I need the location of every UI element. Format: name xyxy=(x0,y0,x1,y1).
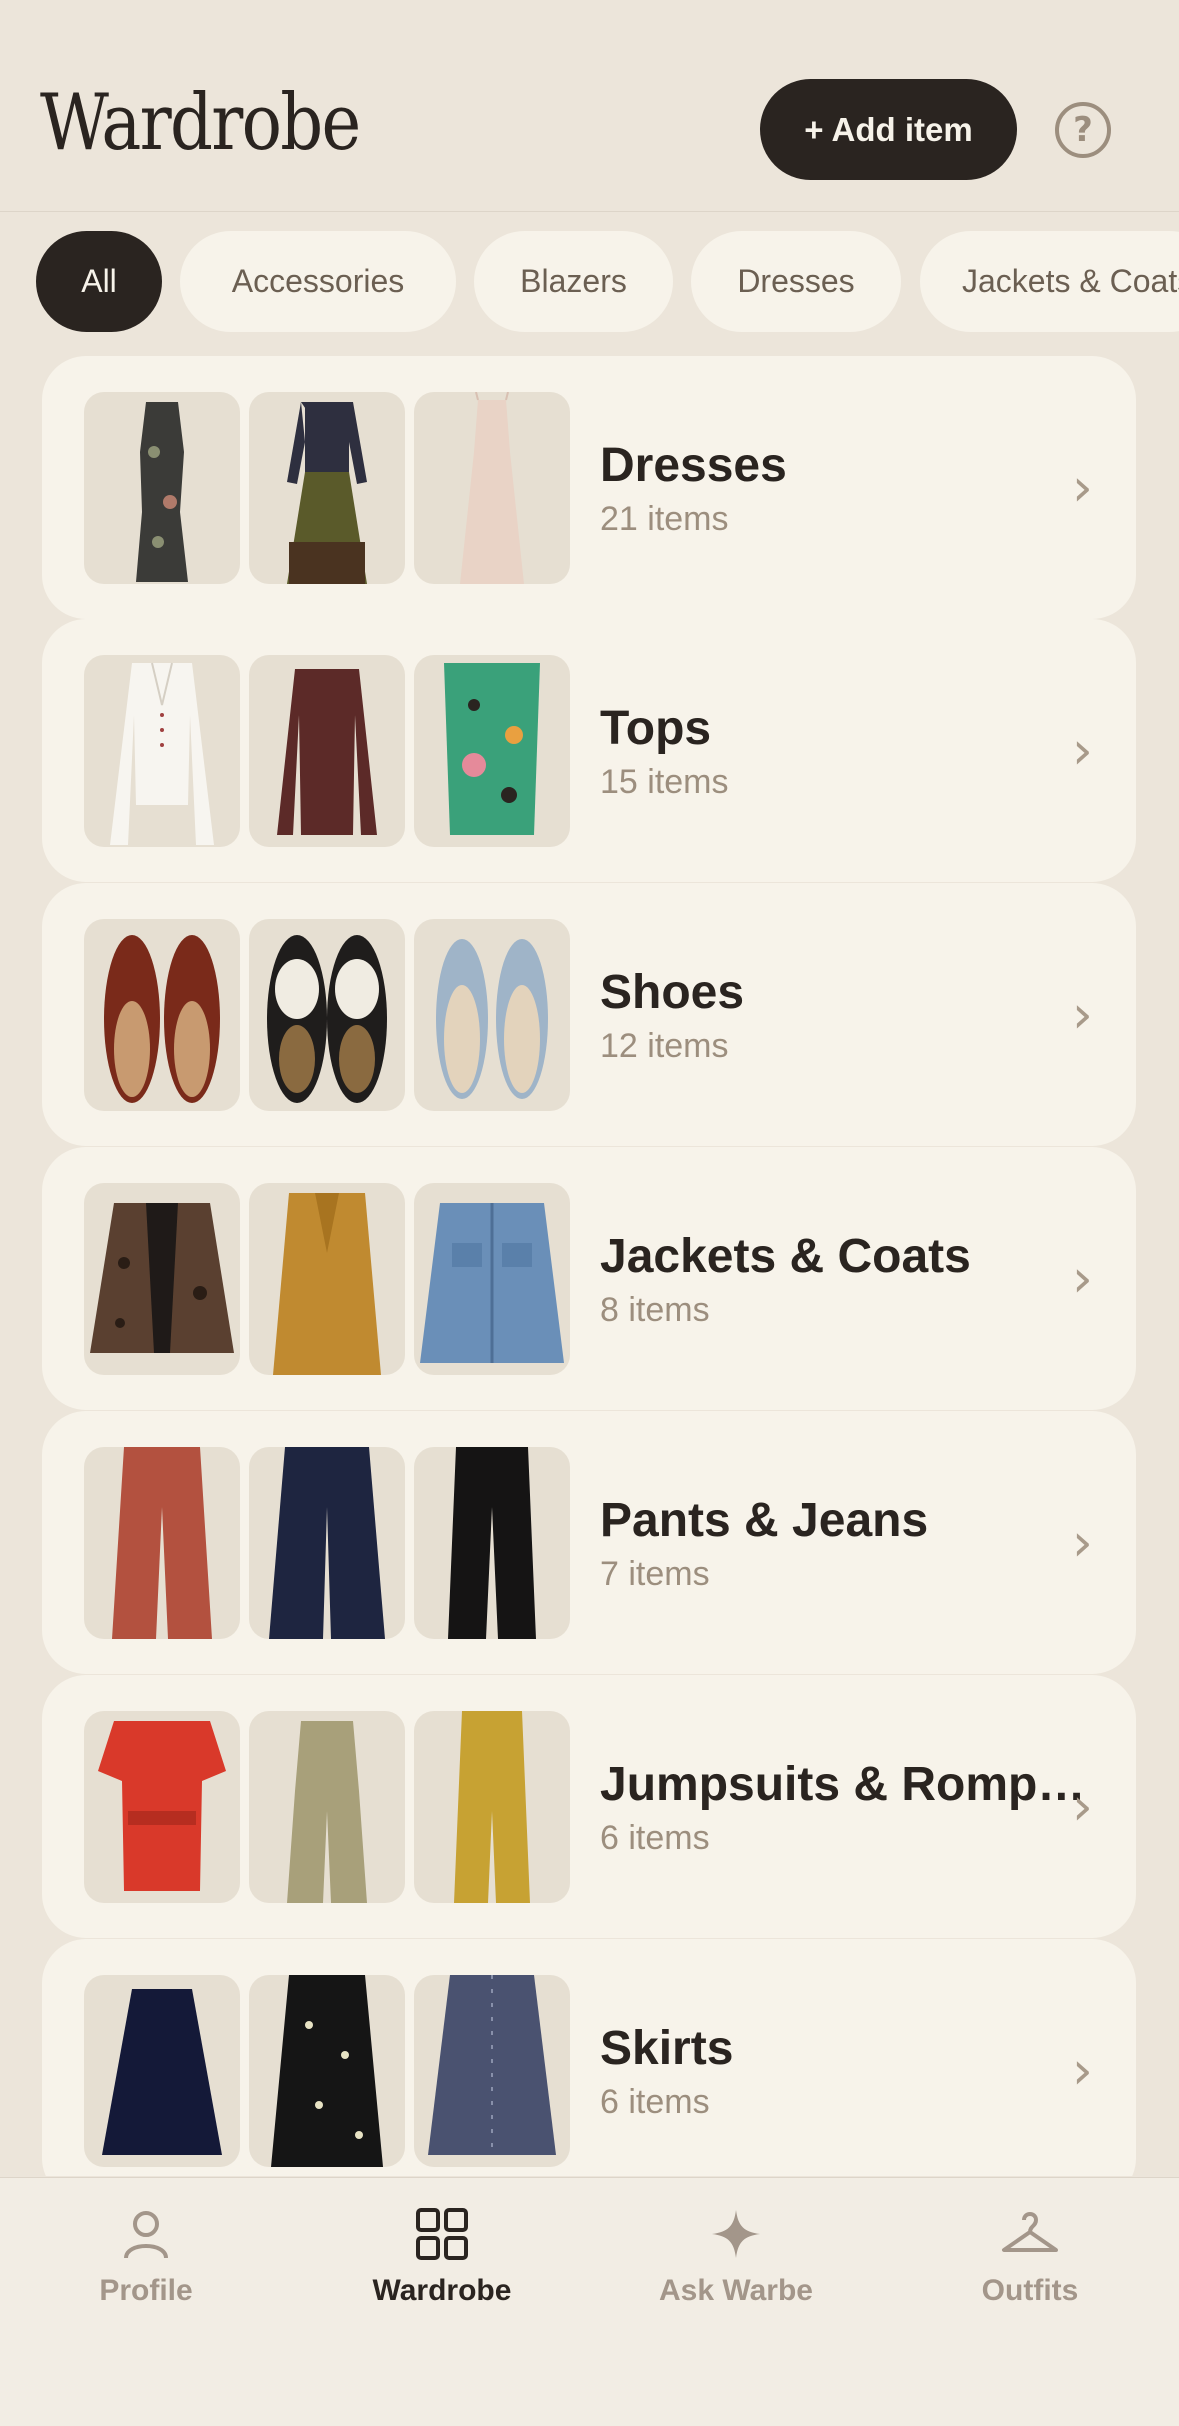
category-card-tops[interactable]: Tops 15 items › xyxy=(42,619,1136,882)
hanger-icon xyxy=(1002,2212,1058,2252)
tab-wardrobe[interactable]: Wardrobe xyxy=(322,2206,562,2336)
category-name: Pants & Jeans xyxy=(600,1494,929,1547)
item-thumbnail xyxy=(414,1975,570,2167)
category-count: 8 items xyxy=(600,1291,710,1329)
filter-chip-jackets-coats[interactable]: Jackets & Coats xyxy=(920,231,1179,332)
tab-label: Ask Warbe xyxy=(659,2274,813,2307)
item-thumbnail xyxy=(249,1711,405,1903)
tab-label: Outfits xyxy=(981,2274,1079,2307)
filter-chip-dresses[interactable]: Dresses xyxy=(691,231,901,332)
item-thumbnail xyxy=(414,392,570,584)
category-card-skirts[interactable]: Skirts 6 items › xyxy=(42,1939,1136,2176)
item-thumbnail xyxy=(414,1711,570,1903)
item-thumbnail xyxy=(84,1447,240,1639)
category-card-pants-jeans[interactable]: Pants & Jeans 7 items › xyxy=(42,1411,1136,1674)
item-thumbnail xyxy=(249,1447,405,1639)
chevron-right-icon: › xyxy=(1072,985,1093,1045)
item-thumbnail xyxy=(414,1447,570,1639)
category-name: Jackets & Coats xyxy=(600,1230,971,1283)
item-thumbnail xyxy=(84,919,240,1111)
category-count: 6 items xyxy=(600,1819,710,1857)
chevron-right-icon: › xyxy=(1072,1249,1093,1309)
chevron-right-icon: › xyxy=(1072,721,1093,781)
item-thumbnail xyxy=(249,919,405,1111)
filter-chip-all[interactable]: All xyxy=(36,231,162,332)
item-thumbnail xyxy=(249,392,405,584)
filter-chip-blazers[interactable]: Blazers xyxy=(474,231,673,332)
category-count: 21 items xyxy=(600,500,729,538)
page-title: Wardrobe xyxy=(40,78,361,168)
chevron-right-icon: › xyxy=(1072,1513,1093,1573)
chevron-right-icon: › xyxy=(1072,458,1093,518)
tab-outfits[interactable]: Outfits xyxy=(910,2206,1150,2336)
item-thumbnail xyxy=(249,1975,405,2167)
item-thumbnail xyxy=(84,1975,240,2167)
category-name: Shoes xyxy=(600,966,745,1019)
tab-ask-warbe[interactable]: Ask Warbe xyxy=(616,2206,856,2336)
item-thumbnail xyxy=(84,1183,240,1375)
item-thumbnail xyxy=(249,655,405,847)
tab-profile[interactable]: Profile xyxy=(26,2206,266,2336)
add-item-button[interactable]: + Add item xyxy=(760,79,1017,180)
item-thumbnail xyxy=(414,655,570,847)
category-name: Skirts xyxy=(600,2022,734,2075)
person-icon xyxy=(124,2211,168,2259)
tab-bar: Profile Wardrobe Ask Warbe Outfits xyxy=(0,2177,1179,2426)
item-thumbnail xyxy=(84,1711,240,1903)
sparkle-icon xyxy=(712,2210,760,2258)
item-thumbnail xyxy=(414,1183,570,1375)
category-card-shoes[interactable]: Shoes 12 items › xyxy=(42,883,1136,1146)
category-name: Jumpsuits & Romp… xyxy=(600,1758,1086,1811)
grid-icon xyxy=(416,2208,468,2260)
category-count: 6 items xyxy=(600,2083,710,2121)
item-thumbnail xyxy=(84,655,240,847)
chevron-right-icon: › xyxy=(1072,2041,1093,2101)
tab-label: Profile xyxy=(99,2274,193,2307)
help-icon[interactable]: ? xyxy=(1055,102,1111,158)
category-card-jackets-coats[interactable]: Jackets & Coats 8 items › xyxy=(42,1147,1136,1410)
item-thumbnail xyxy=(84,392,240,584)
tab-label: Wardrobe xyxy=(372,2274,512,2307)
category-count: 7 items xyxy=(600,1555,710,1593)
category-card-dresses[interactable]: Dresses 21 items › xyxy=(42,356,1136,619)
category-list: Dresses 21 items › Tops 15 items › Shoes… xyxy=(0,356,1179,2176)
category-name: Dresses xyxy=(600,439,787,492)
chevron-right-icon: › xyxy=(1072,1777,1093,1837)
filter-chip-accessories[interactable]: Accessories xyxy=(180,231,456,332)
category-count: 15 items xyxy=(600,763,729,801)
category-count: 12 items xyxy=(600,1027,729,1065)
category-name: Tops xyxy=(600,702,712,755)
filter-chips: All Accessories Blazers Dresses Jackets … xyxy=(0,231,1179,332)
header: Wardrobe + Add item ? xyxy=(0,0,1179,212)
category-card-jumpsuits-rompers[interactable]: Jumpsuits & Romp… 6 items › xyxy=(42,1675,1136,1938)
item-thumbnail xyxy=(414,919,570,1111)
item-thumbnail xyxy=(249,1183,405,1375)
